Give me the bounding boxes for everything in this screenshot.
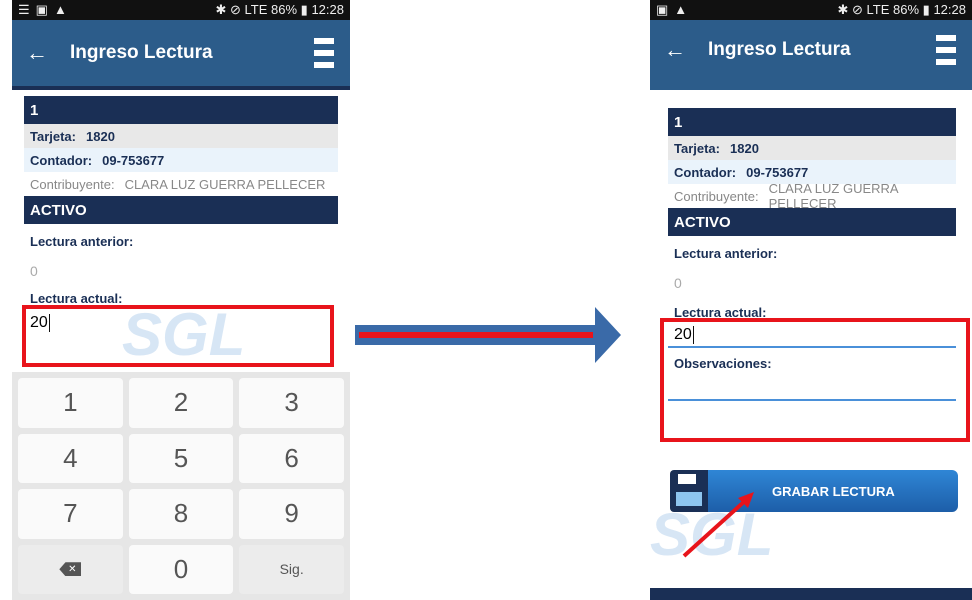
record-details: 1 Tarjeta: 1820 Contador: 09-753677 Contri… (12, 90, 350, 334)
key-0[interactable]: 0 (128, 544, 234, 594)
backspace-icon: ✕ (59, 562, 82, 577)
key-6[interactable]: 6 (239, 433, 344, 483)
page-title: Ingreso Lectura (70, 42, 213, 63)
contribuyente-row: Contribuyente: CLARA LUZ GUERRA PELLECER (30, 176, 326, 192)
contador-row: Contador: 09-753677 (24, 148, 338, 172)
lectura-anterior-label: Lectura anterior: (30, 234, 134, 249)
phone-screen-before: ☰ ▣ ▲ ✱ ⊘ LTE 86% ▮ 12:28 ← Ingreso Lectur… (12, 0, 350, 600)
highlight-box (22, 305, 334, 367)
status-bar: ☰ ▣ ▲ ✱ ⊘ LTE 86% ▮ 12:28 (12, 0, 350, 20)
battery-icon: ▮ (922, 2, 930, 17)
clock: 12:28 (311, 2, 344, 17)
pointer-arrow-icon (682, 492, 754, 558)
key-8[interactable]: 8 (128, 489, 234, 539)
key-3[interactable]: 3 (239, 378, 344, 428)
status-badge: ACTIVO (668, 208, 956, 236)
image-icon: ▣ (35, 2, 48, 17)
tarjeta-row: Tarjeta: 1820 (24, 124, 338, 148)
signal-icon: ✱ ⊘ (837, 2, 867, 17)
lectura-anterior-label: Lectura anterior: (674, 246, 778, 261)
key-2[interactable]: 2 (128, 378, 234, 428)
status-bar: ▣ ▲ ✱ ⊘ LTE 86% ▮ 12:28 (650, 0, 972, 20)
bottom-bar (650, 588, 972, 600)
record-number: 1 (24, 96, 338, 124)
transition-arrow-icon (355, 307, 621, 363)
signal-icon: ✱ ⊘ (215, 2, 245, 17)
warning-icon: ▲ (53, 2, 67, 17)
contribuyente-row: Contribuyente: CLARA LUZ GUERRA PELLECER (674, 181, 898, 211)
app-bar: ← Ingreso Lectura (650, 20, 972, 90)
numeric-keyboard: 1 2 3 4 5 6 7 8 9 ✕ 0 Sig. (12, 372, 350, 600)
key-9[interactable]: 9 (239, 489, 344, 539)
phone-screen-after: ▣ ▲ ✱ ⊘ LTE 86% ▮ 12:28 ← Ingreso Lectura… (650, 0, 972, 600)
notification-icon: ☰ (18, 2, 30, 17)
lectura-actual-label: Lectura actual: (30, 291, 123, 306)
key-4[interactable]: 4 (18, 433, 123, 483)
highlight-box (660, 318, 970, 442)
battery-icon: ▮ (300, 2, 308, 17)
back-arrow-icon[interactable]: ← (26, 40, 70, 66)
tarjeta-row: Tarjeta: 1820 (668, 136, 956, 160)
app-bar: ← Ingreso Lectura (12, 20, 350, 90)
warning-icon: ▲ (674, 2, 688, 17)
next-key[interactable]: Sig. (239, 544, 344, 594)
hamburger-menu-icon[interactable] (314, 38, 334, 68)
status-badge: ACTIVO (24, 196, 338, 224)
lectura-anterior-value: 0 (30, 263, 38, 279)
backspace-key[interactable]: ✕ (18, 544, 123, 594)
image-icon: ▣ (656, 2, 669, 17)
lectura-anterior-value: 0 (674, 275, 682, 291)
key-7[interactable]: 7 (18, 489, 123, 539)
record-number: 1 (668, 108, 956, 136)
save-button-label: GRABAR LECTURA (772, 483, 895, 499)
page-title: Ingreso Lectura (708, 39, 851, 60)
key-5[interactable]: 5 (128, 433, 234, 483)
back-arrow-icon[interactable]: ← (664, 37, 708, 63)
hamburger-menu-icon[interactable] (936, 35, 956, 65)
clock: 12:28 (933, 2, 966, 17)
key-1[interactable]: 1 (18, 378, 123, 428)
